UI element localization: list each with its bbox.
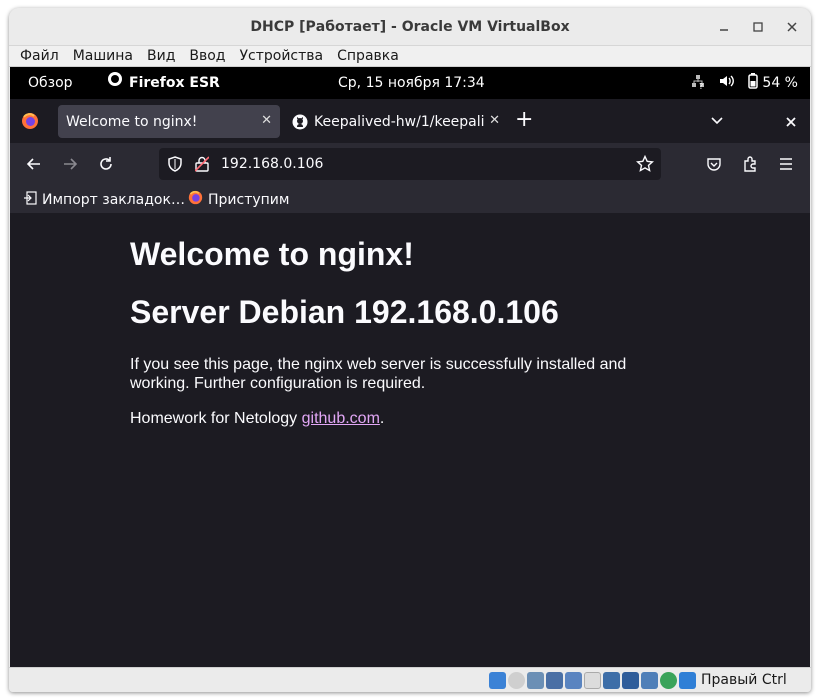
page-content: Welcome to nginx! Server Debian 192.168.… (10, 214, 810, 667)
menu-devices[interactable]: Устройства (233, 48, 331, 64)
hamburger-menu-icon[interactable] (771, 150, 801, 178)
import-icon (23, 190, 37, 209)
nav-toolbar: 192.168.0.106 (10, 143, 810, 185)
battery-icon (748, 73, 759, 93)
vt-x-icon[interactable] (641, 671, 658, 689)
homework-text: Homework for Netology (130, 410, 302, 427)
minimize-icon[interactable] (713, 16, 735, 38)
keyboard-capture-icon[interactable] (679, 671, 696, 689)
homework-period: . (379, 410, 385, 427)
bookmarks-toolbar: Импорт закладок… Приступим (10, 185, 810, 214)
back-icon[interactable] (19, 150, 49, 178)
usb-icon[interactable] (565, 671, 582, 689)
server-heading: Server Debian 192.168.0.106 (130, 294, 559, 330)
gnome-top-bar: Обзор Firefox ESR Ср, 15 ноября 17:34 ? (10, 67, 810, 99)
extensions-icon[interactable] (735, 150, 765, 178)
close-icon[interactable] (781, 16, 803, 38)
host-key-label: Правый Ctrl (701, 672, 787, 688)
new-tab-icon[interactable]: + (515, 109, 533, 131)
menu-input[interactable]: Ввод (182, 48, 232, 64)
tracking-protection-icon[interactable] (167, 156, 183, 176)
url-text: 192.168.0.106 (221, 156, 324, 172)
page-title: Welcome to nginx! (130, 236, 414, 272)
homework-line: Homework for Netology github.com. (130, 409, 650, 428)
tab-label: Keepalived-hw/1/keepaliv (314, 113, 484, 130)
insecure-lock-icon[interactable] (194, 156, 210, 176)
system-tray[interactable]: ? 54 % (690, 67, 798, 99)
firefox-icon (188, 190, 203, 209)
vbox-menubar: Файл Машина Вид Ввод Устройства Справка (9, 45, 811, 67)
github-icon (292, 114, 308, 130)
maximize-icon[interactable] (747, 16, 769, 38)
bookmark-import[interactable]: Импорт закладок… (23, 185, 185, 214)
tab-label: Welcome to nginx! (66, 113, 198, 130)
bookmark-start[interactable]: Приступим (188, 185, 289, 214)
shared-folders-icon[interactable] (584, 671, 601, 689)
app-menu[interactable]: Firefox ESR (107, 67, 220, 99)
device-indicators (489, 671, 696, 689)
vm-screen[interactable]: Обзор Firefox ESR Ср, 15 ноября 17:34 ? (10, 67, 810, 667)
pocket-icon[interactable] (699, 150, 729, 178)
guest-additions-icon[interactable] (660, 671, 677, 689)
tab-nginx[interactable]: Welcome to nginx! ✕ (58, 105, 280, 138)
menu-view[interactable]: Вид (140, 48, 182, 64)
reload-icon[interactable] (91, 150, 121, 178)
url-bar[interactable]: 192.168.0.106 (159, 148, 661, 180)
tab-close-icon[interactable]: ✕ (489, 113, 500, 128)
network-adapter-icon[interactable] (546, 671, 563, 689)
app-name: Firefox ESR (129, 75, 220, 91)
recording-icon[interactable] (622, 671, 639, 689)
window-title: DHCP [Работает] - Oracle VM VirtualBox (250, 18, 570, 35)
tab-strip: Welcome to nginx! ✕ Keepalived-hw/1/keep… (10, 99, 810, 143)
close-window-icon[interactable] (785, 113, 797, 132)
github-link[interactable]: github.com (302, 410, 380, 427)
volume-icon (718, 73, 736, 93)
forward-icon[interactable] (55, 150, 85, 178)
virtualbox-window: DHCP [Работает] - Oracle VM VirtualBox Ф… (9, 8, 811, 692)
menu-help[interactable]: Справка (330, 48, 406, 64)
window-titlebar[interactable]: DHCP [Работает] - Oracle VM VirtualBox (9, 8, 811, 45)
bookmark-star-icon[interactable] (635, 154, 655, 177)
hard-disk-icon[interactable] (489, 671, 506, 689)
menu-file[interactable]: Файл (13, 48, 66, 64)
firefox-icon (107, 67, 123, 99)
vbox-statusbar: Правый Ctrl (9, 667, 811, 692)
tab-close-icon[interactable]: ✕ (261, 113, 272, 128)
activities-button[interactable]: Обзор (28, 67, 73, 99)
bookmark-import-label: Импорт закладок… (42, 191, 185, 208)
list-all-tabs-icon[interactable] (710, 113, 724, 132)
battery-percent: 54 % (762, 75, 798, 91)
bookmark-start-label: Приступим (208, 191, 290, 208)
optical-drive-icon[interactable] (508, 671, 525, 689)
network-icon: ? (690, 73, 706, 93)
audio-icon[interactable] (527, 671, 544, 689)
install-message: If you see this page, the nginx web serv… (130, 356, 627, 392)
clock[interactable]: Ср, 15 ноября 17:34 (338, 67, 485, 99)
tab-github[interactable]: Keepalived-hw/1/keepaliv ✕ (284, 105, 508, 138)
firefox-view-icon[interactable] (21, 112, 39, 134)
display-icon[interactable] (603, 671, 620, 689)
svg-text:?: ? (699, 82, 703, 89)
menu-machine[interactable]: Машина (66, 48, 140, 64)
